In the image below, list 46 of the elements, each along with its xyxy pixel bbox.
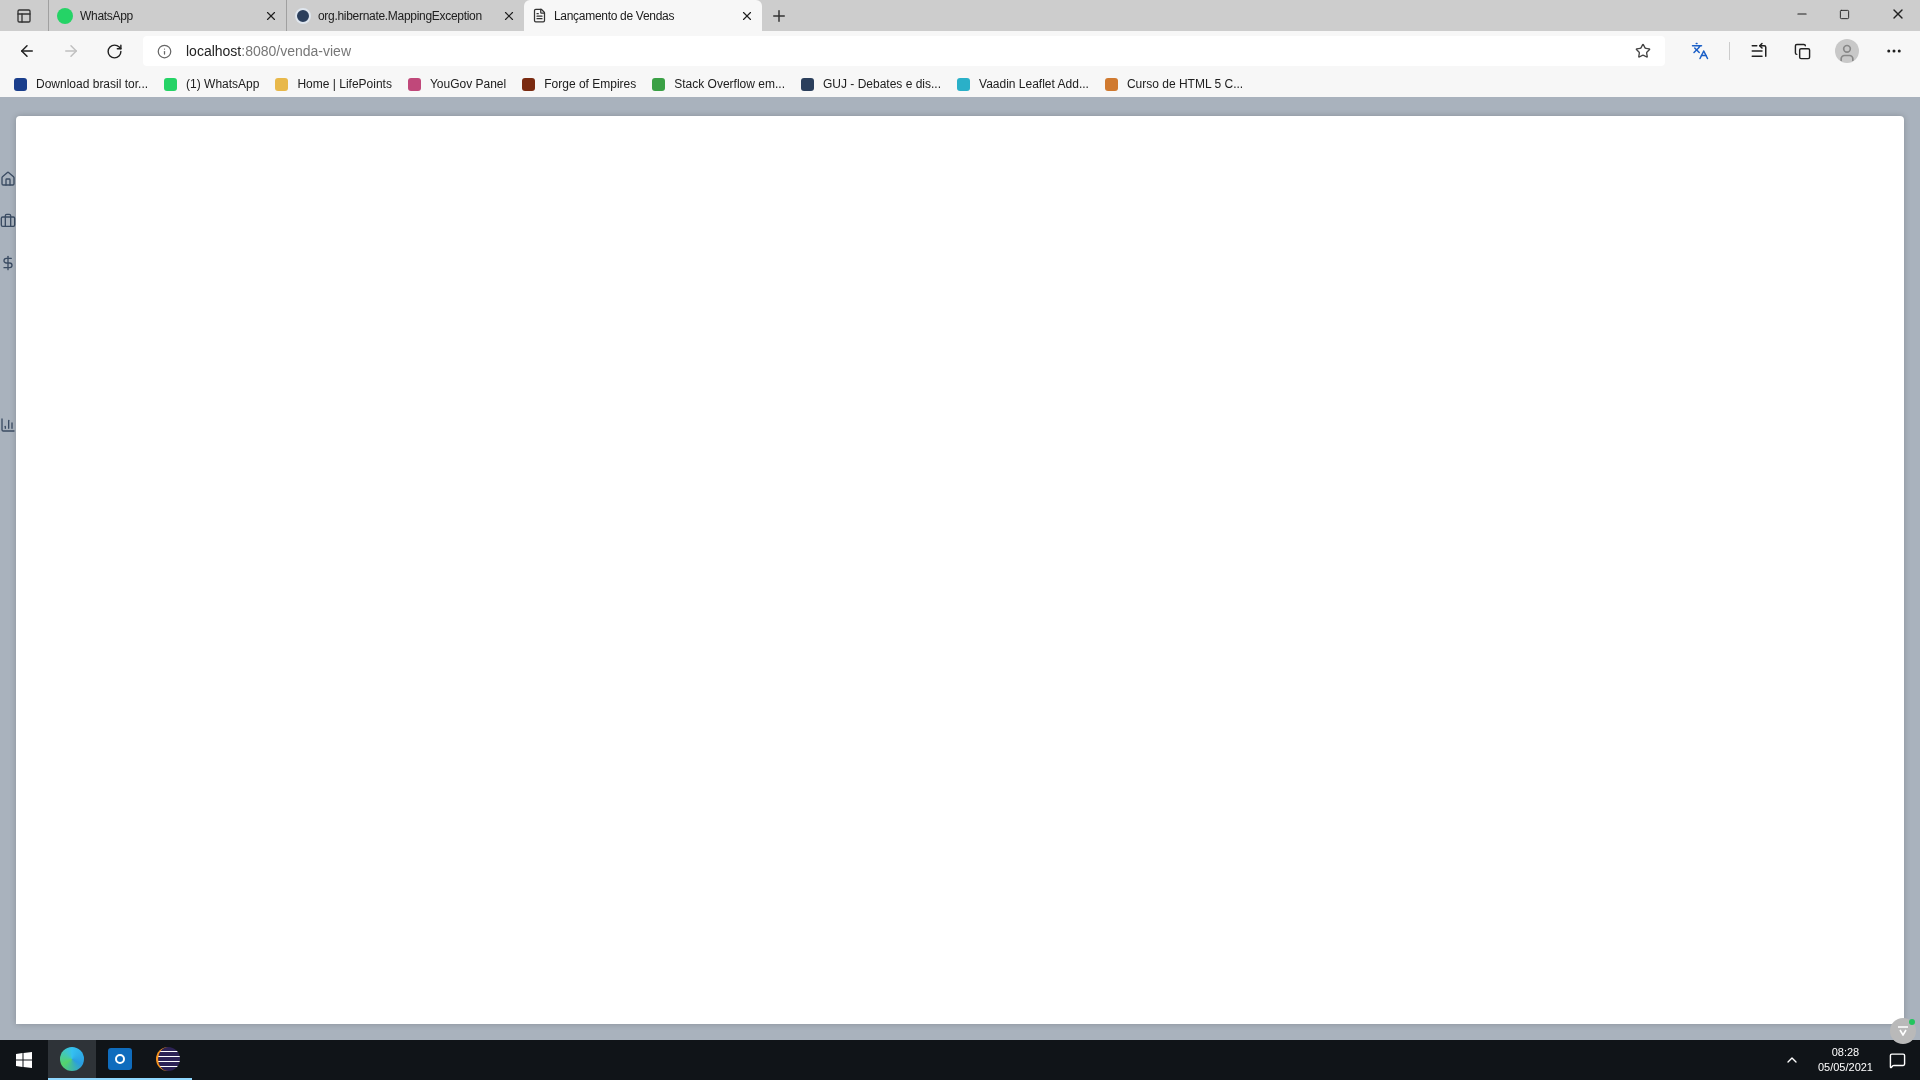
site-icon	[957, 77, 970, 91]
tab-title: WhatsApp	[80, 7, 134, 25]
address-field[interactable]: localhost:8080/venda-view	[143, 36, 1665, 66]
bookmark-item[interactable]: Stack Overflow em...	[652, 75, 785, 93]
bookmark-item[interactable]: Forge of Empires	[522, 75, 637, 93]
site-icon	[800, 77, 814, 91]
briefcase-icon[interactable]	[0, 213, 16, 229]
windows-start-icon[interactable]	[16, 1052, 32, 1068]
site-icon	[1104, 77, 1118, 91]
favorites-icon[interactable]	[1750, 42, 1768, 60]
browser-tab[interactable]: Lançamento de Vendas	[524, 0, 762, 31]
clock[interactable]: 08:28 05/05/2021	[1817, 1045, 1873, 1075]
collections-icon[interactable]	[1794, 42, 1811, 60]
notifications-icon[interactable]	[1889, 1051, 1906, 1069]
profile-avatar[interactable]	[1835, 39, 1859, 63]
translate-icon[interactable]	[1691, 42, 1709, 60]
url-path: :8080/venda-view	[241, 41, 351, 61]
bookmark-item[interactable]: Download brasil tor...	[14, 75, 149, 93]
reload-icon[interactable]	[106, 42, 123, 60]
site-icon	[522, 77, 536, 91]
bookmark-item[interactable]: Vaadin Leaflet Add...	[957, 75, 1089, 93]
new-tab-icon[interactable]	[770, 7, 788, 25]
bookmark-item[interactable]: YouGov Panel	[407, 75, 507, 93]
bookmark-item[interactable]: (1) WhatsApp	[164, 75, 260, 93]
dev-tools-button[interactable]	[1890, 1018, 1916, 1044]
tab-title: org.hibernate.MappingException	[318, 7, 483, 25]
bookmark-item[interactable]: GUJ - Debates e dis...	[800, 75, 941, 93]
add-favorite-icon[interactable]	[1635, 43, 1651, 59]
bar-chart-icon[interactable]	[0, 417, 16, 433]
document-icon	[532, 8, 547, 23]
site-icon	[14, 77, 27, 91]
restore-icon[interactable]	[1839, 9, 1850, 20]
bookmark-item[interactable]: Home | LifePoints	[275, 75, 392, 93]
site-icon	[164, 77, 178, 91]
tab-actions-icon[interactable]	[16, 8, 32, 24]
tab-title: Lançamento de Vendas	[554, 7, 676, 25]
site-icon	[275, 77, 289, 91]
site-icon	[652, 77, 666, 91]
url-host: localhost	[186, 41, 242, 61]
info-icon	[157, 43, 172, 59]
site-icon	[407, 77, 421, 91]
bookmark-item[interactable]: Curso de HTML 5 C...	[1104, 75, 1244, 93]
taskbar-app[interactable]	[48, 1040, 96, 1080]
dollar-icon[interactable]	[0, 255, 16, 271]
back-icon[interactable]	[18, 42, 36, 60]
home-icon[interactable]	[0, 171, 16, 187]
